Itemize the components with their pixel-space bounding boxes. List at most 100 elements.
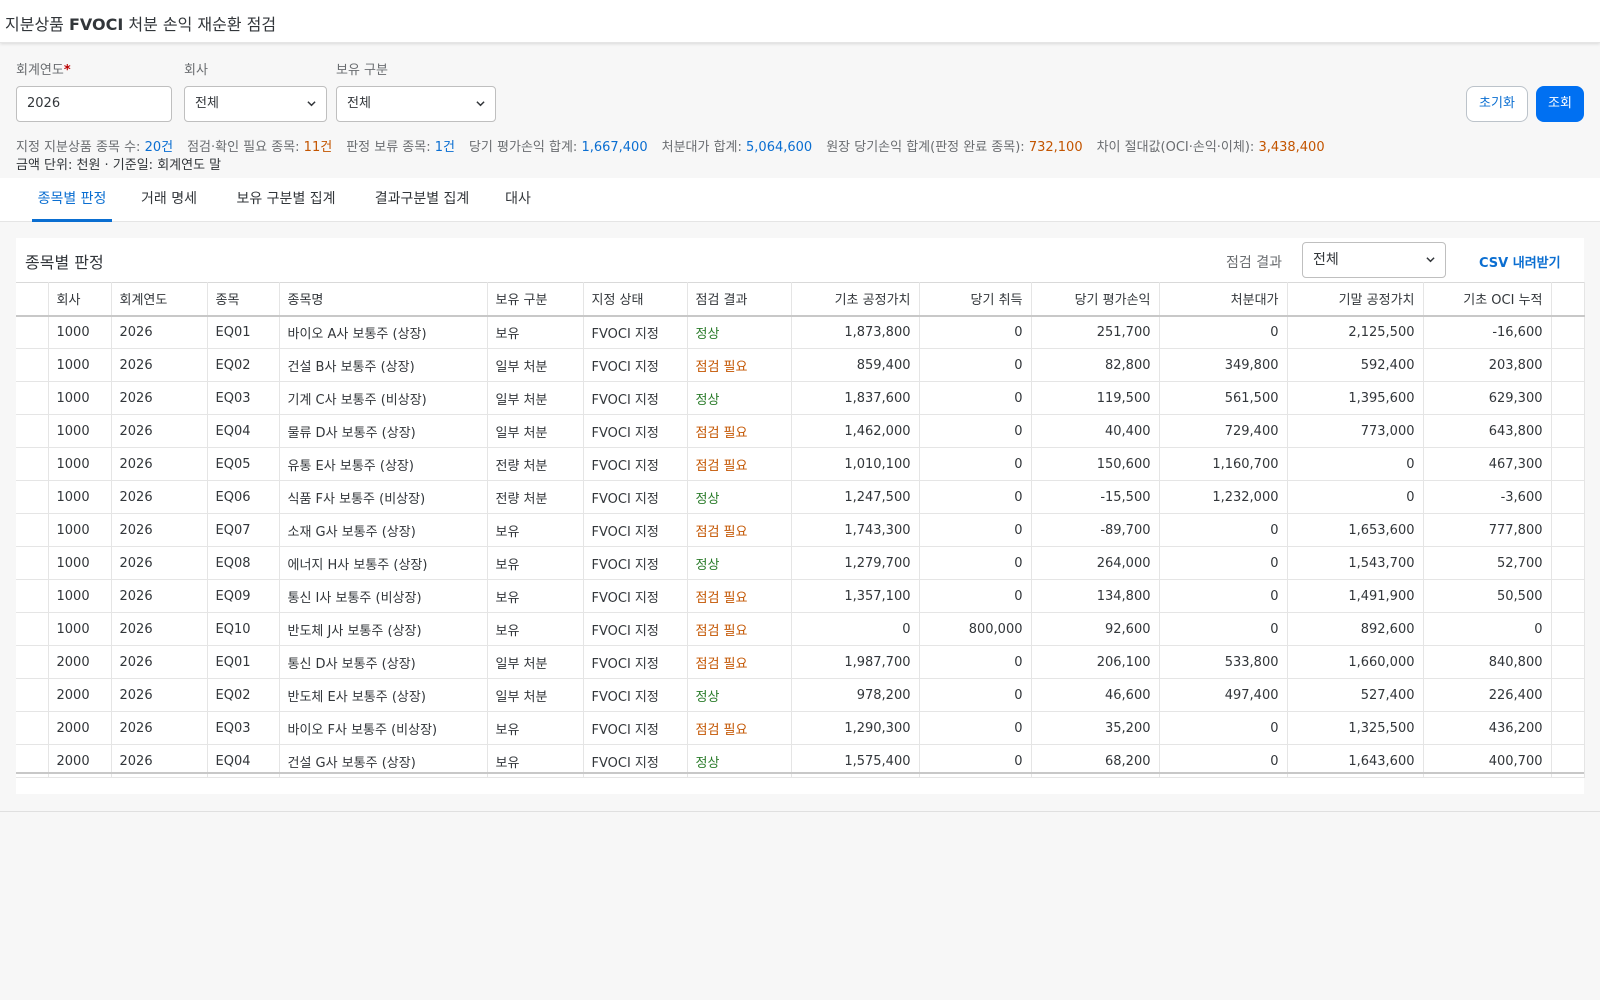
row-selector[interactable] — [16, 612, 49, 646]
row-selector[interactable] — [16, 645, 49, 679]
title-suffix: 처분 손익 재순환 점검 — [123, 15, 277, 34]
table-cell: 800,000 — [919, 612, 1032, 646]
tab-result-summary[interactable]: 결과구분별 집계 — [368, 178, 476, 222]
row-selector[interactable] — [16, 414, 49, 448]
summary-value: 1건 — [434, 140, 455, 155]
table-cell: 206,100 — [1031, 645, 1160, 679]
table-cell: FVOCI 지정 — [583, 447, 688, 481]
table-cell: 1,987,700 — [791, 645, 920, 679]
reset-button[interactable]: 초기화 — [1466, 86, 1528, 122]
table-row[interactable]: 1000 2026 EQ10 반도체 J사 보통주 (상장) 보유 FVOCI 지정 점검 … — [16, 612, 1585, 646]
row-selector[interactable] — [16, 447, 49, 481]
column-header[interactable]: 종목 — [207, 282, 280, 317]
column-header[interactable]: 당기 평가손익 — [1031, 282, 1160, 317]
table-cell: 에너지 H사 보통주 (상장) — [279, 546, 488, 580]
table-cell: EQ02 — [207, 348, 280, 382]
column-header[interactable]: 회사 — [48, 282, 112, 317]
table-cell: 1,232,000 — [1159, 480, 1288, 514]
table-cell: 2026 — [111, 711, 208, 745]
table-cell: 정상 — [687, 678, 792, 712]
table-cell: 1,873,800 — [791, 315, 920, 349]
row-selector[interactable] — [16, 480, 49, 514]
table-cell: 777,800 — [1423, 513, 1552, 547]
table-cell: 2026 — [111, 645, 208, 679]
row-selector[interactable] — [16, 381, 49, 415]
table-cell: FVOCI 지정 — [583, 546, 688, 580]
company-label: 회사 — [184, 63, 208, 78]
table-row[interactable]: 1000 2026 EQ08 에너지 H사 보통주 (상장) 보유 FVOCI 지정 정상 1… — [16, 546, 1585, 580]
csv-download-link[interactable]: CSV 내려받기 — [1479, 252, 1561, 271]
year-label: 회계연도* — [16, 63, 71, 78]
table-row[interactable]: 1000 2026 EQ04 물류 D사 보통주 (상장) 일부 처분 FVOCI 지정 점… — [16, 414, 1585, 448]
table-cell: FVOCI 지정 — [583, 480, 688, 514]
row-selector[interactable] — [16, 315, 49, 349]
column-header[interactable]: 보유 구분 — [487, 282, 584, 317]
summary-line: 지정 지분상품 종목 수: 20건 점검·확인 필요 종목: 11건 판정 보류 종… — [16, 139, 1600, 157]
table-cell: 1,543,700 — [1287, 546, 1424, 580]
tab-holding-summary[interactable]: 보유 구분별 집계 — [228, 178, 344, 222]
tab-reconciliation[interactable]: 대사 — [500, 178, 536, 222]
table-row[interactable]: 1000 2026 EQ02 건설 B사 보통주 (상장) 일부 처분 FVOCI 지정 점… — [16, 348, 1585, 382]
column-header[interactable]: 기초 OCI 누적 — [1423, 282, 1552, 317]
table-cell: FVOCI 지정 — [583, 579, 688, 613]
table-cell: 0 — [1159, 711, 1288, 745]
table-cell: 0 — [919, 546, 1032, 580]
table-cell: 반도체 E사 보통주 (상장) — [279, 678, 488, 712]
table-cell: 226,400 — [1423, 678, 1552, 712]
column-header[interactable]: 기말 공정가치 — [1287, 282, 1424, 317]
row-selector[interactable] — [16, 579, 49, 613]
row-selector[interactable] — [16, 546, 49, 580]
required-marker: * — [63, 63, 71, 78]
row-selector[interactable] — [16, 678, 49, 712]
summary-value: 11건 — [303, 140, 333, 155]
table-cell: FVOCI 지정 — [583, 381, 688, 415]
table-cell: 정상 — [687, 546, 792, 580]
table-cell: 0 — [919, 414, 1032, 448]
table-row[interactable]: 1000 2026 EQ05 유통 E사 보통주 (상장) 전량 처분 FVOCI 지정 점… — [16, 447, 1585, 481]
table-cell: EQ02 — [207, 678, 280, 712]
table-row[interactable]: 1000 2026 EQ06 식품 F사 보통주 (비상장) 전량 처분 FVOCI 지정… — [16, 480, 1585, 514]
tab-item-judgement[interactable]: 종목별 판정 — [32, 178, 112, 222]
holding-select[interactable]: 전체 — [336, 86, 496, 122]
table-cell: 0 — [1159, 579, 1288, 613]
table-cell: 기계 C사 보통주 (비상장) — [279, 381, 488, 415]
row-selector[interactable] — [16, 513, 49, 547]
column-header[interactable]: 회계연도 — [111, 282, 208, 317]
table-cell: EQ06 — [207, 480, 280, 514]
summary-item: 처분대가 합계: 5,064,600 — [662, 140, 813, 155]
table-cell: 0 — [1159, 513, 1288, 547]
table-cell: 0 — [919, 513, 1032, 547]
table-cell: 2000 — [48, 645, 112, 679]
table-cell: 2,125,500 — [1287, 315, 1424, 349]
table-row[interactable]: 1000 2026 EQ07 소재 G사 보통주 (상장) 보유 FVOCI 지정 점검 필… — [16, 513, 1585, 547]
summary-label: 당기 평가손익 합계: — [468, 140, 582, 155]
table-row[interactable]: 1000 2026 EQ01 바이오 A사 보통주 (상장) 보유 FVOCI 지정 정상 1… — [16, 315, 1585, 349]
table-cell: 보유 — [487, 546, 584, 580]
table-cell: 119,500 — [1031, 381, 1160, 415]
table-row[interactable]: 2000 2026 EQ01 통신 D사 보통주 (상장) 일부 처분 FVOCI 지정 점… — [16, 645, 1585, 679]
table-row[interactable]: 1000 2026 EQ09 통신 I사 보통주 (비상장) 보유 FVOCI 지정 점검 … — [16, 579, 1585, 613]
column-header[interactable]: 기초 공정가치 — [791, 282, 920, 317]
table-cell: EQ01 — [207, 315, 280, 349]
year-input[interactable]: 2026 — [16, 86, 172, 122]
column-header[interactable]: 지정 상태 — [583, 282, 688, 317]
table-cell: 40,400 — [1031, 414, 1160, 448]
table-row[interactable]: 2000 2026 EQ02 반도체 E사 보통주 (상장) 일부 처분 FVOCI 지정… — [16, 678, 1585, 712]
row-selector[interactable] — [16, 711, 49, 745]
column-header[interactable]: 당기 취득 — [919, 282, 1032, 317]
search-button[interactable]: 조회 — [1536, 86, 1584, 122]
table-row[interactable]: 2000 2026 EQ03 바이오 F사 보통주 (비상장) 보유 FVOCI 지정 점검… — [16, 711, 1585, 745]
column-header[interactable]: 점검 결과 — [687, 282, 792, 317]
table-cell: 0 — [919, 579, 1032, 613]
company-select[interactable]: 전체 — [184, 86, 327, 122]
column-header[interactable]: 처분대가 — [1159, 282, 1288, 317]
tab-transaction-detail[interactable]: 거래 명세 — [136, 178, 202, 222]
horizontal-scrollbar[interactable] — [16, 772, 1584, 790]
table-row[interactable]: 1000 2026 EQ03 기계 C사 보통주 (비상장) 일부 처분 FVOCI 지정… — [16, 381, 1585, 415]
scroll-gutter — [1551, 282, 1585, 317]
row-selector[interactable] — [16, 348, 49, 382]
table-cell: 892,600 — [1287, 612, 1424, 646]
tab-bar: 종목별 판정 거래 명세 보유 구분별 집계 결과구분별 집계 대사 — [0, 178, 1600, 222]
column-header[interactable]: 종목명 — [279, 282, 488, 317]
result-filter-select[interactable]: 전체 — [1302, 242, 1446, 278]
